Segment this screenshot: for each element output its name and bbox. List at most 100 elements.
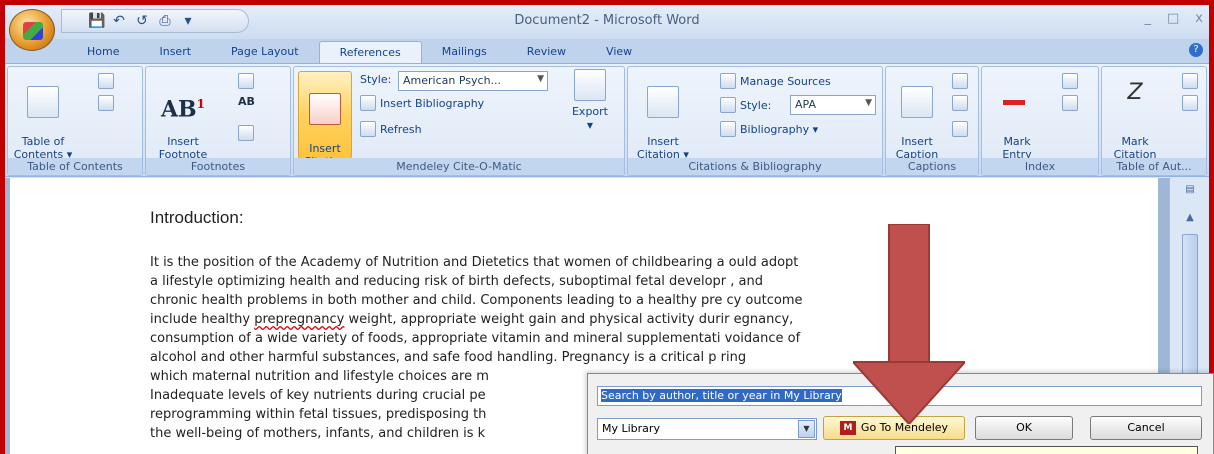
bibliography-icon [720,121,736,137]
update-figures-icon [952,95,968,111]
minimize-button[interactable]: _ [1145,11,1152,26]
add-text-icon [98,73,114,89]
ribbon-tabs: Home Insert Page Layout References Maili… [5,39,1209,63]
update-toa-icon [1182,95,1198,111]
group-citations-bibliography: Insert Citation ▾ Manage Sources Style: … [627,66,883,176]
insert-bibliography-button[interactable]: Insert Bibliography [360,95,484,111]
citation-style-select[interactable]: APA ▼ [790,95,876,115]
tab-page-layout[interactable]: Page Layout [211,41,319,63]
scroll-up-icon[interactable]: ▲ [1182,212,1198,228]
show-notes-icon [238,125,254,141]
group-label-mendeley: Mendeley Cite-O-Matic [294,158,624,175]
table-of-figures-icon [952,73,968,89]
mendeley-style-select[interactable]: American Psych... ▼ [398,71,548,91]
bibliography-button[interactable]: Bibliography ▾ [720,121,818,137]
window-controls: _ □ x [1145,11,1204,26]
chevron-down-icon: ▼ [537,74,544,84]
mark-entry-icon [1001,86,1033,118]
group-label-toa: Table of Aut... [1102,158,1206,175]
close-button[interactable]: x [1195,11,1203,26]
mendeley-insert-citation-icon [309,93,341,125]
mark-citation-icon: Z [1127,80,1143,105]
paragraph-line: consumption of a wide variety of foods, … [150,331,801,346]
group-label-footnotes: Footnotes [146,158,290,175]
tab-review[interactable]: Review [507,41,586,63]
group-table-of-contents: Table of Contents ▾ Table of Contents [7,66,143,176]
mendeley-insert-citation-button[interactable]: Insert Citation [298,71,352,168]
paragraph-line: the well-being of mothers, infants, and … [150,426,486,441]
group-captions: Insert Caption Captions [885,66,979,176]
tab-mailings[interactable]: Mailings [422,41,507,63]
add-text-button[interactable] [98,73,114,89]
insert-endnote-button[interactable] [238,73,254,89]
group-label-captions: Captions [886,158,978,175]
cross-reference-button[interactable] [952,121,968,137]
tooltip [895,446,1198,454]
insert-footnote-button[interactable]: AB1 Insert Footnote [150,73,216,161]
refresh-button[interactable]: Refresh [360,121,422,137]
office-button[interactable] [9,9,55,51]
export-icon [574,69,606,101]
tab-references[interactable]: References [318,41,422,63]
chevron-down-icon: ▼ [865,98,872,108]
update-table-button[interactable] [98,95,114,111]
insert-table-of-figures-button[interactable] [952,73,968,89]
next-footnote-icon: AB [238,95,255,108]
update-toa-button[interactable] [1182,95,1198,111]
document-heading: Introduction: [150,208,244,227]
show-notes-button[interactable] [238,125,254,141]
help-icon[interactable]: ? [1189,43,1203,57]
mendeley-icon: M [839,421,856,435]
group-footnotes: AB1 Insert Footnote AB Footnotes [145,66,291,176]
ribbon: Table of Contents ▾ Table of Contents AB… [5,63,1209,177]
refresh-icon [360,121,376,137]
go-to-mendeley-button[interactable]: M Go To Mendeley [823,416,965,440]
mark-entry-button[interactable]: Mark Entry [988,73,1046,161]
misspelled-word[interactable]: prepregnancy [254,312,344,327]
insert-caption-button[interactable]: Insert Caption [890,73,944,161]
manage-sources-button[interactable]: Manage Sources [720,73,831,89]
insert-citation-icon [647,86,679,118]
insert-citation-button[interactable]: Insert Citation ▾ [632,73,694,161]
style-icon [720,97,736,113]
group-index: Mark Entry Index [981,66,1099,176]
cross-reference-icon [952,121,968,137]
next-footnote-button[interactable]: AB [238,95,255,108]
update-index-icon [1062,95,1078,111]
insert-caption-icon [901,86,933,118]
office-logo-icon [23,22,43,40]
export-button[interactable]: Export ▼ [562,69,618,132]
group-label-index: Index [982,158,1098,175]
group-table-of-authorities: Z Mark Citation Table of Aut... [1101,66,1207,176]
paragraph-line: It is the position of the Academy of Nut… [150,255,799,270]
paragraph-line: Inadequate levels of key nutrients durin… [150,388,486,403]
update-figures-button[interactable] [952,95,968,111]
chevron-down-icon: ▼ [798,420,815,438]
insert-index-button[interactable] [1062,73,1078,89]
library-select[interactable]: My Library ▼ [597,418,817,440]
cancel-button[interactable]: Cancel [1090,416,1202,440]
group-mendeley: Insert Citation Style: American Psych...… [293,66,625,176]
insert-endnote-icon [238,73,254,89]
footnote-ab-icon: AB1 [160,96,206,123]
tab-home[interactable]: Home [67,41,139,63]
library-search-input[interactable]: Search by author, title or year in My Li… [597,386,1202,406]
citation-style-label: Style: [720,97,771,113]
group-label-toc: Table of Contents [8,158,142,175]
tab-view[interactable]: View [586,41,652,63]
insert-toa-button[interactable] [1182,73,1198,89]
ruler-toggle-icon[interactable]: ▤ [1182,184,1198,200]
tab-insert[interactable]: Insert [139,41,211,63]
mendeley-citation-dialog: Search by author, title or year in My Li… [587,373,1214,454]
table-of-contents-button[interactable]: Table of Contents ▾ [12,73,74,161]
paragraph-line: reprogramming within fetal tissues, pred… [150,407,487,422]
mark-citation-button[interactable]: Z Mark Citation [1106,73,1164,162]
ok-button[interactable]: OK [975,416,1073,440]
maximize-button[interactable]: □ [1167,11,1179,26]
insert-index-icon [1062,73,1078,89]
insert-toa-icon [1182,73,1198,89]
paragraph-line: a lifestyle optimizing health and reduci… [150,274,763,289]
window-title: Document2 - Microsoft Word [514,13,700,28]
paragraph-line: which maternal nutrition and lifestyle c… [150,369,489,384]
update-index-button[interactable] [1062,95,1078,111]
